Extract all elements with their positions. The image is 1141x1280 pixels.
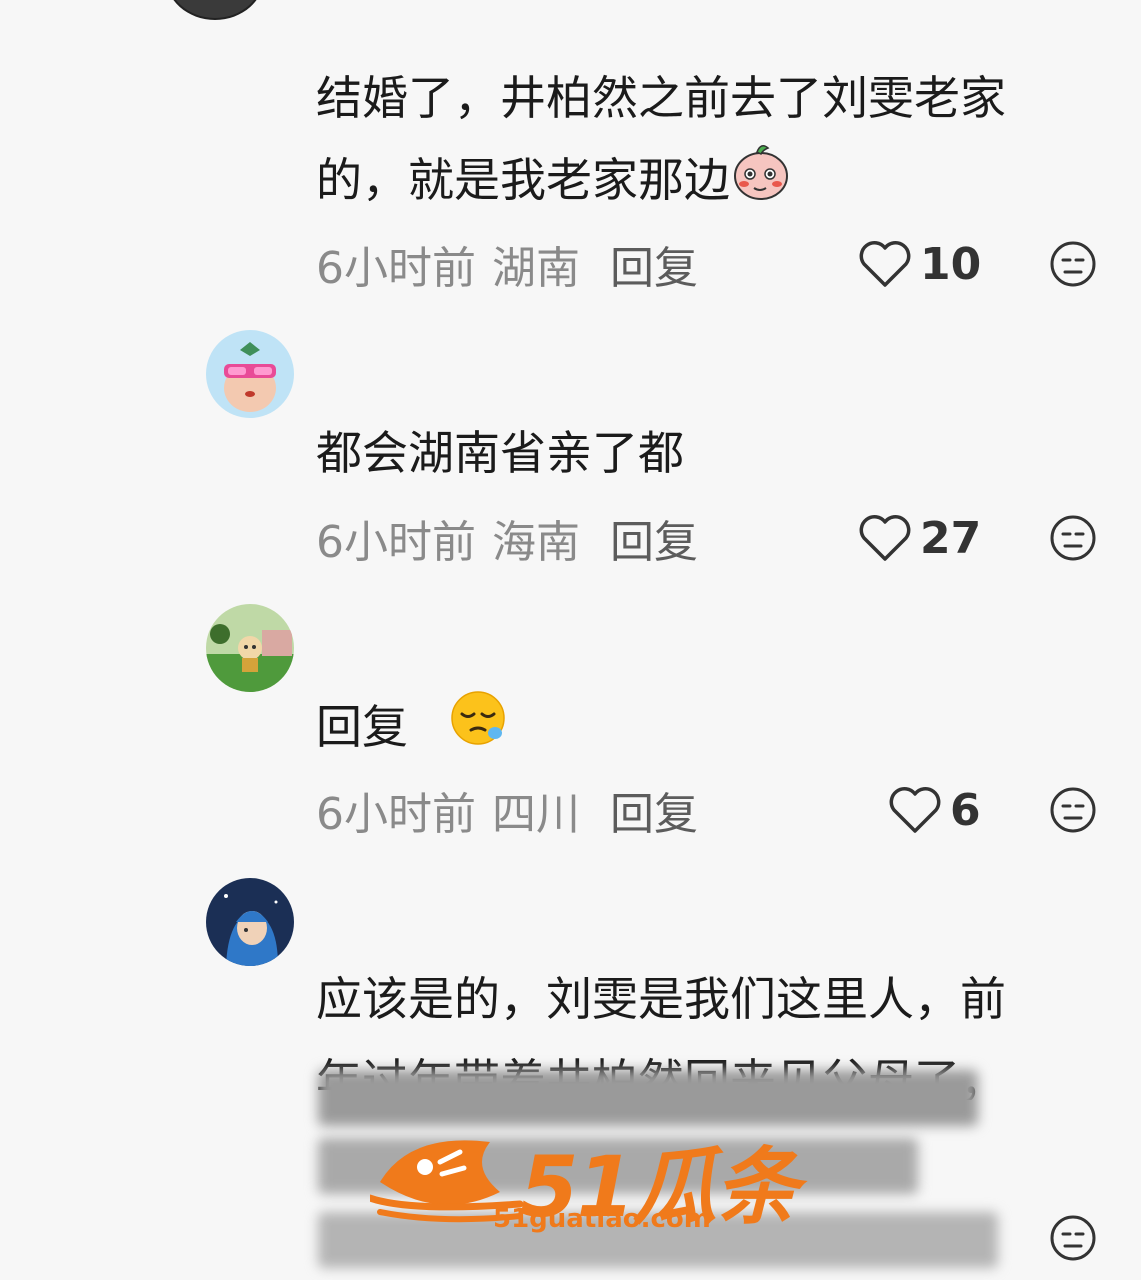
avatar[interactable] — [206, 330, 294, 418]
like-button[interactable]: 10 — [858, 234, 981, 294]
comment-meta: 6小时前 四川 回复 — [316, 780, 698, 840]
comment-time: 6小时前 — [316, 789, 476, 840]
comment-region: 四川 — [492, 789, 580, 840]
comment-text: 都会湖南省亲了都 — [316, 426, 684, 480]
heart-icon — [889, 787, 941, 833]
sleepy-face-emoji-icon — [449, 689, 507, 772]
avatar[interactable] — [206, 878, 294, 966]
previous-comment-avatar[interactable] — [165, 0, 265, 20]
heart-icon — [859, 241, 911, 287]
comment-meta: 6小时前 海南 回复 — [316, 508, 698, 568]
like-count: 27 — [920, 512, 982, 564]
dislike-face-icon[interactable] — [1049, 514, 1097, 562]
dislike-face-icon[interactable] — [1049, 786, 1097, 834]
avatar[interactable] — [206, 604, 294, 692]
shy-sticker-icon — [730, 140, 792, 227]
like-count: 6 — [950, 784, 981, 836]
comment-text: 结婚了，井柏然之前去了刘雯老家 的，就是我老家那边 — [316, 57, 1081, 227]
dislike-face-icon[interactable] — [1049, 240, 1097, 288]
dislike-face-icon[interactable] — [1049, 1214, 1097, 1262]
reply-button[interactable]: 回复 — [610, 506, 698, 570]
like-count: 10 — [920, 238, 982, 290]
comment-meta: 6小时前 湖南 回复 — [316, 234, 698, 294]
watermark-url: 51guatiao.com — [493, 1204, 711, 1234]
comment-time: 6小时前 — [316, 243, 476, 294]
comment-time: 6小时前 — [316, 517, 476, 568]
reply-button[interactable]: 回复 — [610, 232, 698, 296]
comment-region: 湖南 — [492, 243, 580, 294]
heart-icon — [859, 515, 911, 561]
reply-button[interactable]: 回复 — [610, 778, 698, 842]
like-button[interactable]: 6 — [888, 780, 981, 840]
comment-region: 海南 — [492, 517, 580, 568]
like-button[interactable]: 27 — [858, 508, 981, 568]
comment-text: 回复 — [316, 686, 1081, 772]
